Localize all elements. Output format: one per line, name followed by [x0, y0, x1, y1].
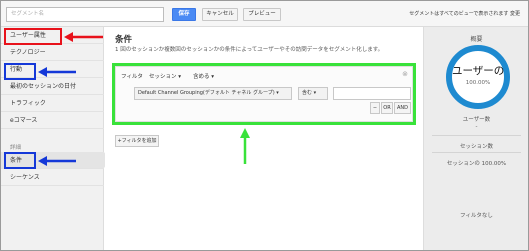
no-filter-label: フィルタなし — [460, 213, 493, 219]
sidebar-item-traffic[interactable]: トラフィック — [1, 95, 104, 112]
preview-button[interactable]: プレビュー — [243, 8, 281, 21]
summary-divider — [432, 135, 521, 136]
sidebar-item-technology[interactable]: テクノロジー — [1, 44, 104, 61]
sidebar-item-sequences[interactable]: シーケンス — [1, 169, 104, 186]
summary-panel: 概要 ユーザーの 100.00% ユーザー数 - セッション数 セッションの 1… — [423, 27, 528, 250]
sidebar-item-date-of-first-session[interactable]: 最初のセッションの日付 — [1, 78, 104, 95]
blue-highlight-box-behavior — [4, 63, 36, 80]
summary-donut-chart: ユーザーの 100.00% — [446, 45, 510, 109]
summary-title: 概要 — [470, 36, 483, 43]
blue-highlight-box-conditions — [4, 152, 36, 169]
users-label: ユーザー数 — [462, 117, 491, 123]
summary-donut-percentage: 100.00% — [465, 80, 491, 86]
sidebar-advanced-heading: 詳細 — [10, 145, 22, 151]
cancel-button[interactable]: キャンセル — [202, 8, 238, 21]
conditions-panel: 条件 1 回のセッションか複数回のセッションかの条件によってユーザーやその訪問デ… — [105, 27, 423, 250]
summary-divider — [432, 152, 521, 153]
segment-category-sidebar: ユーザー属性 テクノロジー 行動 最初のセッションの日付 トラフィック eコマー… — [1, 27, 104, 250]
green-highlight-box — [112, 63, 416, 125]
add-filter-button[interactable]: +フィルタを追加 — [115, 135, 159, 147]
sessions-label: セッション数 — [459, 144, 493, 150]
summary-donut-label: ユーザーの — [452, 65, 504, 77]
save-button[interactable]: 保存 — [172, 8, 196, 21]
sessions-percentage: セッションの 100.00% — [446, 161, 507, 167]
red-highlight-box — [4, 28, 62, 45]
sidebar-item-ecommerce[interactable]: eコマース — [1, 112, 104, 129]
segment-visibility-note[interactable]: セグメントはすべてのビューで表示されます 変更 — [409, 10, 520, 17]
page-title: 条件 — [115, 35, 133, 45]
page-description: 1 回のセッションか複数回のセッションかの条件によってユーザーやその訪問データを… — [115, 47, 384, 53]
users-value: - — [475, 124, 478, 130]
segment-editor-toolbar: セグメント名 保存 キャンセル プレビュー セグメントはすべてのビューで表示され… — [1, 1, 528, 27]
segment-name-input[interactable]: セグメント名 — [6, 7, 164, 22]
